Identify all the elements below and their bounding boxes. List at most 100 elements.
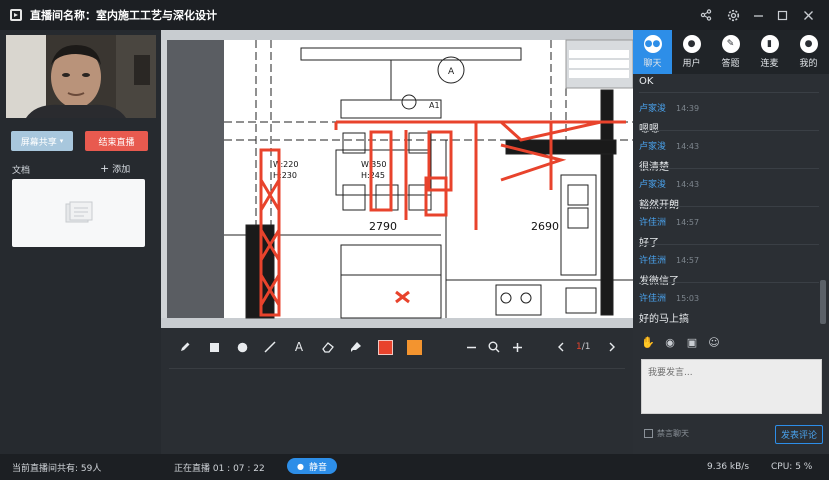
tab-bar: ●● 聊天 ● 用户 ✎ 答题 ▮ 连麦 ● 我的 (633, 30, 829, 74)
tab-mic-label: 连麦 (760, 59, 779, 69)
right-panel: ●● 聊天 ● 用户 ✎ 答题 ▮ 连麦 ● 我的 OK 卢家浚 14:39 卢… (633, 30, 829, 454)
tab-mic[interactable]: ▮ 连麦 (750, 30, 789, 74)
message-time: 15:03 (676, 294, 700, 303)
close-icon[interactable] (796, 0, 820, 30)
chevron-down-icon: ▾ (59, 137, 64, 145)
zoom-in-icon[interactable] (508, 332, 526, 362)
message-user[interactable]: 许佳洲 (639, 256, 666, 266)
message-divider (639, 282, 819, 283)
mute-button[interactable]: ● 静音 (287, 458, 337, 474)
mic-icon: ▮ (760, 35, 779, 53)
document-icon (65, 201, 92, 223)
chat-message: 许佳洲 14:57 好了 (639, 210, 819, 249)
message-user[interactable]: 许佳洲 (639, 294, 666, 304)
message-divider (639, 168, 819, 169)
chat-message: 卢家浚 14:39 嗯嗯 (639, 96, 819, 135)
chat-tools: ✋ ◉ ▣ ☺ (641, 336, 729, 350)
chat-message: 卢家浚 14:43 很清楚 (639, 134, 819, 173)
add-doc-button[interactable]: + 添加 (100, 162, 130, 175)
chat-message: 许佳洲 14:57 发微信了 (639, 248, 819, 287)
whiteboard-canvas[interactable]: A A1 2790 2690 W:220 H:230 W:350 H:245 (161, 30, 633, 328)
window-title: 直播间名称：室内施工工艺与深化设计 (30, 9, 217, 22)
minimize-icon[interactable] (746, 0, 770, 30)
size-h-left: H:230 (273, 171, 297, 180)
left-panel: 屏幕共享 ▾ 结束直播 文档 + 添加 (0, 30, 161, 454)
tab-users-label: 用户 (682, 59, 701, 69)
chat-message: OK (639, 76, 819, 93)
circle-label-a: A (448, 67, 455, 77)
quiz-icon: ✎ (721, 35, 740, 53)
next-page-icon[interactable] (603, 332, 621, 362)
size-w-left: W:220 (273, 160, 298, 169)
message-user[interactable]: 许佳洲 (639, 218, 666, 228)
chat-input[interactable]: 我要发言... (641, 359, 822, 414)
size-h-mid: H:245 (361, 171, 385, 180)
line-icon[interactable] (261, 332, 279, 362)
tab-quiz[interactable]: ✎ 答题 (711, 30, 750, 74)
document-thumbnail[interactable] (12, 179, 145, 247)
chat-scrollbar-thumb[interactable] (820, 280, 826, 324)
chat-input-placeholder: 我要发言... (648, 368, 693, 378)
screen-share-button[interactable]: 屏幕共享 ▾ (11, 131, 73, 151)
tab-users[interactable]: ● 用户 (672, 30, 711, 74)
color-red-swatch[interactable] (376, 332, 394, 362)
page-total: /1 (581, 342, 591, 352)
title-bar: 直播间名称：室内施工工艺与深化设计 (0, 0, 829, 30)
tab-profile[interactable]: ● 我的 (789, 30, 828, 74)
pen-icon[interactable] (176, 332, 194, 362)
toolbar-divider (169, 368, 625, 369)
circle-label-a1: A1 (429, 101, 440, 110)
image-icon[interactable]: ▣ (685, 336, 699, 350)
size-w-mid: W:350 (361, 160, 386, 169)
center-panel: A A1 2790 2690 W:220 H:230 W:350 H:245 A… (161, 30, 633, 454)
color-orange-swatch[interactable] (405, 332, 423, 362)
mic-small-icon: ● (297, 461, 304, 471)
gear-icon[interactable] (721, 0, 745, 30)
status-bar: 当前直播间共有: 59人 正在直播 01 : 07 : 22 9.36 kB/s… (0, 454, 829, 480)
message-divider (639, 130, 819, 131)
color-orange-box (406, 339, 422, 355)
mute-label: 静音 (308, 462, 327, 473)
text-icon[interactable]: A (290, 332, 308, 362)
gift-icon[interactable]: ◉ (663, 336, 677, 350)
bandwidth-readout: 9.36 kB/s (707, 462, 750, 472)
profile-icon: ● (799, 35, 818, 53)
mute-chat-toggle[interactable]: 禁言聊天 (644, 428, 689, 439)
end-live-button[interactable]: 结束直播 (85, 131, 148, 151)
message-text: 好的马上搞 (639, 314, 689, 324)
live-stream-app: 直播间名称：室内施工工艺与深化设计 屏幕共享 ▾ 结束直播 文档 + 添加 A … (0, 0, 829, 480)
chat-icon: ●● (643, 35, 662, 53)
message-user[interactable]: 卢家浚 (639, 142, 666, 152)
circle-icon[interactable] (233, 332, 251, 362)
message-user[interactable]: 卢家浚 (639, 104, 666, 114)
message-text: 很清楚 (639, 158, 819, 173)
tab-chat-label: 聊天 (643, 59, 662, 69)
color-red-box (377, 339, 393, 355)
tab-chat[interactable]: ●● 聊天 (633, 30, 672, 74)
eraser-icon[interactable] (319, 332, 337, 362)
cpu-readout: CPU: 5 % (771, 462, 813, 472)
maximize-icon[interactable] (770, 0, 794, 30)
dimension-right: 2690 (531, 220, 559, 233)
camera-preview (6, 35, 156, 118)
screen-share-label: 屏幕共享 (20, 137, 57, 148)
mute-chat-checkbox[interactable] (644, 429, 653, 438)
message-divider (639, 244, 819, 245)
zoom-out-icon[interactable] (462, 332, 480, 362)
emoji-icon[interactable]: ☺ (707, 336, 721, 350)
search-icon[interactable] (485, 332, 503, 362)
message-divider (639, 206, 819, 207)
chat-message: 卢家浚 14:43 豁然开朗 (639, 172, 819, 211)
online-count: 当前直播间共有: 59人 (12, 463, 102, 474)
message-user[interactable]: 卢家浚 (639, 180, 666, 190)
message-time: 14:43 (676, 142, 700, 151)
live-timer: 正在直播 01 : 07 : 22 (174, 463, 265, 474)
message-text: 嗯嗯 (639, 120, 819, 135)
clear-icon[interactable] (347, 332, 365, 362)
app-logo-icon (10, 9, 22, 21)
prev-page-icon[interactable] (552, 332, 570, 362)
rectangle-icon[interactable] (205, 332, 223, 362)
hand-raise-icon[interactable]: ✋ (641, 336, 655, 350)
send-comment-button[interactable]: 发表评论 (775, 425, 823, 444)
share-icon[interactable] (694, 0, 718, 30)
